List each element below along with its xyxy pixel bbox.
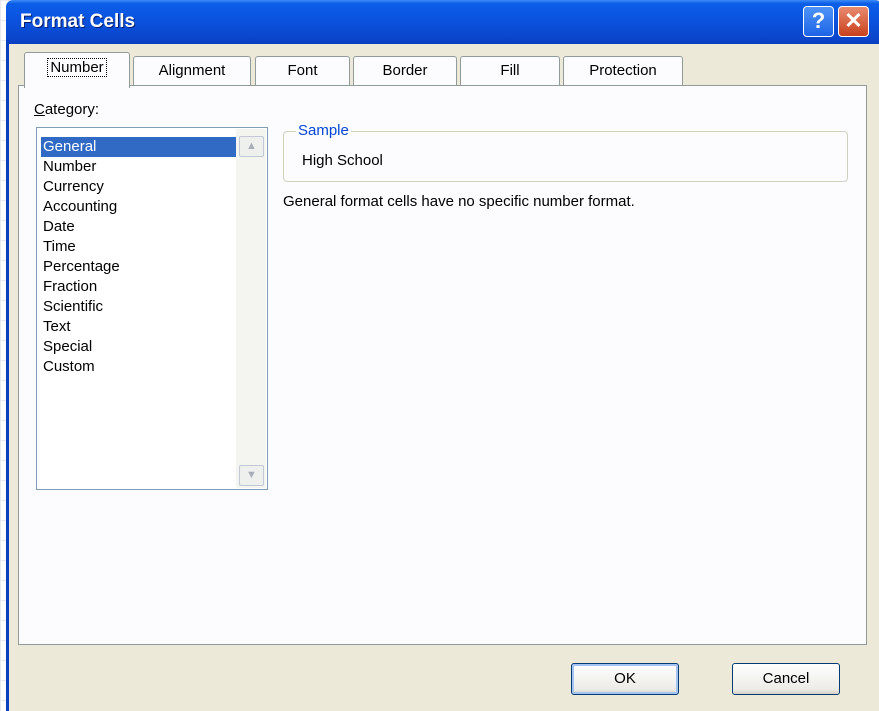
category-item-fraction[interactable]: Fraction <box>41 277 236 297</box>
tab-label: Fill <box>500 62 520 79</box>
close-x-icon: ✕ <box>844 8 863 33</box>
category-item-percentage[interactable]: Percentage <box>41 257 236 277</box>
tab-alignment[interactable]: Alignment <box>133 56 251 86</box>
cancel-button[interactable]: Cancel <box>732 663 840 695</box>
chevron-down-icon: ▼ <box>246 469 257 481</box>
tab-protection[interactable]: Protection <box>563 56 683 86</box>
sample-value: High School <box>302 152 383 169</box>
category-item-text[interactable]: Text <box>41 317 236 337</box>
tab-font[interactable]: Font <box>255 56 350 86</box>
category-item-scientific[interactable]: Scientific <box>41 297 236 317</box>
tab-fill[interactable]: Fill <box>460 56 560 86</box>
close-button[interactable]: ✕ <box>838 6 869 37</box>
sample-groupbox: Sample High School <box>283 123 848 182</box>
category-item-accounting[interactable]: Accounting <box>41 197 236 217</box>
tab-label: Font <box>287 62 318 79</box>
tab-label: Protection <box>589 62 657 79</box>
category-item-number[interactable]: Number <box>41 157 236 177</box>
tab-label: Number <box>47 58 107 77</box>
window-title: Format Cells <box>20 11 136 32</box>
title-bar[interactable]: Format Cells ? ✕ <box>6 0 879 44</box>
help-button[interactable]: ? <box>803 6 834 37</box>
category-label: Category: <box>34 101 99 118</box>
tab-label: Alignment <box>158 62 226 79</box>
tab-border[interactable]: Border <box>353 56 457 86</box>
category-listbox[interactable]: General Number Currency Accounting Date … <box>36 127 268 490</box>
chevron-up-icon: ▲ <box>246 140 257 152</box>
category-item-currency[interactable]: Currency <box>41 177 236 197</box>
category-item-special[interactable]: Special <box>41 337 236 357</box>
tab-number[interactable]: Number <box>24 52 130 88</box>
format-description: General format cells have no specific nu… <box>283 193 635 210</box>
category-item-custom[interactable]: Custom <box>41 357 236 377</box>
scroll-down-button[interactable]: ▼ <box>239 465 264 486</box>
tab-label: Border <box>382 62 428 79</box>
category-label-accelerator: C <box>34 101 45 118</box>
sample-legend: Sample <box>296 122 351 139</box>
scroll-up-button[interactable]: ▲ <box>239 136 264 157</box>
category-scrollbar[interactable]: ▲ ▼ <box>236 129 266 488</box>
question-mark-icon: ? <box>811 8 826 33</box>
category-item-time[interactable]: Time <box>41 237 236 257</box>
ok-button[interactable]: OK <box>571 663 679 695</box>
category-item-general[interactable]: General <box>41 137 236 157</box>
category-label-text: ategory: <box>44 101 100 118</box>
category-item-date[interactable]: Date <box>41 217 236 237</box>
